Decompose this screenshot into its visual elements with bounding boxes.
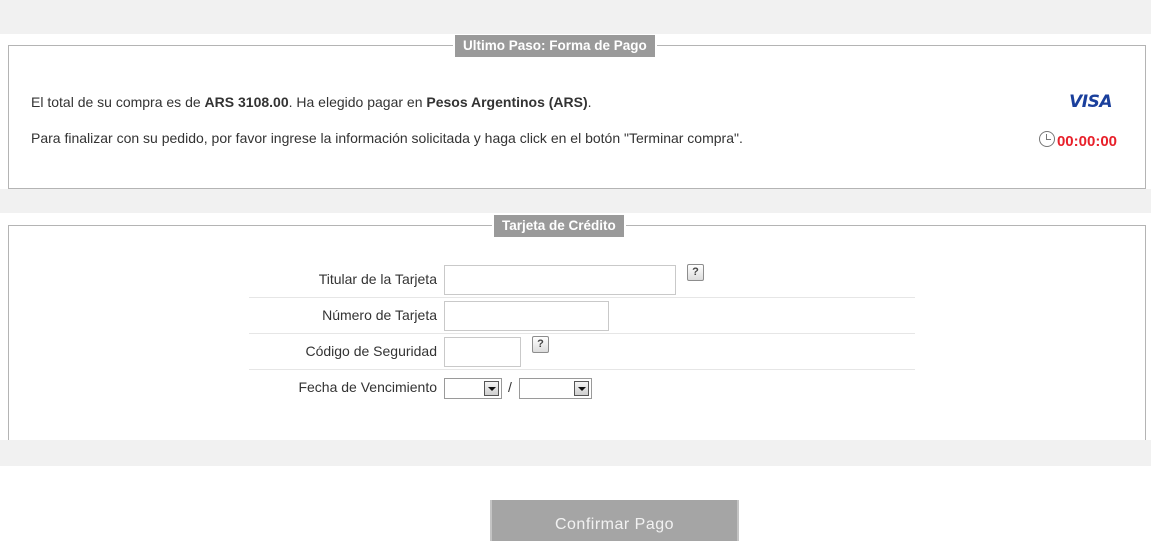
timer-value: 00:00:00 [1056, 133, 1117, 150]
credit-card-panel: Tarjeta de Crédito Titular de la Tarjeta… [8, 215, 1146, 441]
top-background-band [0, 0, 1151, 34]
security-code-label: Código de Seguridad [305, 343, 437, 359]
chevron-down-icon[interactable] [484, 381, 499, 396]
expiry-separator: / [508, 379, 512, 395]
payment-currency: Pesos Argentinos (ARS) [426, 94, 588, 110]
total-suffix: . [587, 94, 592, 110]
chevron-down-icon[interactable] [574, 381, 589, 396]
card-holder-label: Titular de la Tarjeta [318, 271, 437, 287]
middle-background-band [0, 189, 1151, 213]
security-code-help-icon[interactable]: ? [532, 336, 549, 353]
card-number-row: Número de Tarjeta [249, 298, 915, 334]
credit-card-form: Titular de la Tarjeta ? Número de Tarjet… [249, 262, 915, 406]
total-prefix: El total de su compra es de [31, 94, 205, 110]
confirm-payment-button[interactable]: Confirmar Pago [490, 500, 739, 541]
security-code-row: Código de Seguridad ? [249, 334, 915, 370]
visa-logo: VISA [1069, 92, 1112, 112]
payment-panel-title: Ultimo Paso: Forma de Pago [453, 35, 657, 57]
card-holder-help-icon[interactable]: ? [687, 264, 704, 281]
card-number-label: Número de Tarjeta [322, 307, 437, 323]
instructions-text: Para finalizar con su pedido, por favor … [31, 130, 743, 146]
order-total-text: El total de su compra es de ARS 3108.00.… [31, 94, 592, 110]
expiry-month-select[interactable] [444, 378, 502, 399]
session-timer: 00:00:00 [1038, 130, 1117, 150]
card-number-input[interactable] [444, 301, 609, 331]
expiry-year-select[interactable] [519, 378, 592, 399]
security-code-input[interactable] [444, 337, 521, 367]
payment-method-panel: Ultimo Paso: Forma de Pago El total de s… [8, 35, 1146, 189]
total-middle: . Ha elegido pagar en [288, 94, 427, 110]
card-holder-row: Titular de la Tarjeta ? [249, 262, 915, 298]
expiry-date-row: Fecha de Vencimiento / [249, 370, 915, 406]
clock-icon [1038, 130, 1055, 147]
order-total-amount: ARS 3108.00 [204, 94, 289, 110]
credit-card-panel-title: Tarjeta de Crédito [492, 215, 626, 237]
bottom-background-band [0, 440, 1151, 466]
expiry-date-label: Fecha de Vencimiento [298, 379, 437, 395]
card-holder-input[interactable] [444, 265, 676, 295]
